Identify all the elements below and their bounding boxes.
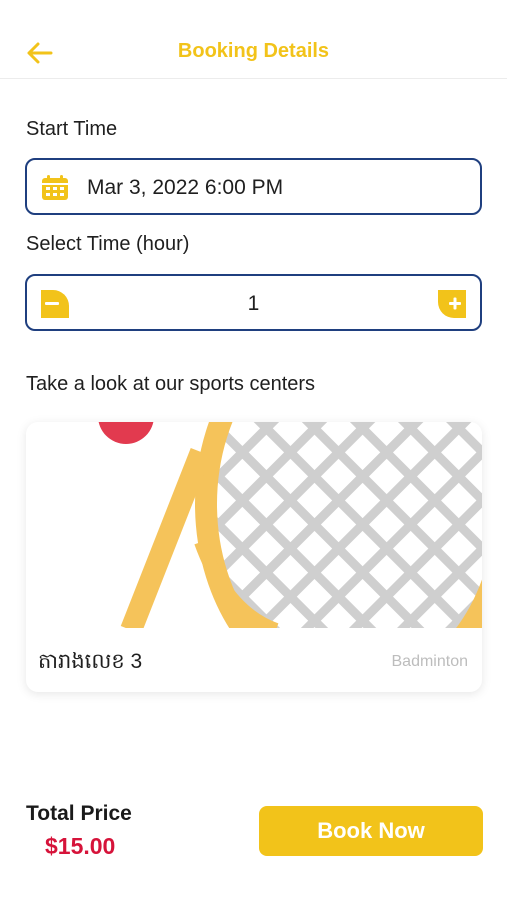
total-price-label: Total Price [26, 802, 132, 825]
duration-label: Select Time (hour) [26, 233, 190, 255]
start-time-field[interactable]: Mar 3, 2022 6:00 PM [25, 158, 482, 215]
calendar-icon [42, 175, 68, 200]
sports-center-name: តារាងលេខ 3 [38, 650, 143, 673]
book-now-button[interactable]: Book Now [259, 806, 483, 856]
app-bar: Booking Details [0, 0, 507, 79]
sports-centers-heading: Take a look at our sports centers [26, 373, 316, 395]
total-price-value: $15.00 [45, 833, 116, 859]
start-time-label: Start Time [26, 118, 118, 140]
duration-value: 1 [247, 292, 260, 315]
sports-center-type: Badminton [391, 653, 469, 670]
tennis-racket-illustration [26, 422, 482, 630]
page-title: Booking Details [177, 40, 330, 62]
plus-icon[interactable] [438, 290, 468, 318]
start-time-value: Mar 3, 2022 6:00 PM [87, 176, 284, 199]
sports-center-card[interactable]: តារាងលេខ 3 Badminton [26, 422, 482, 692]
duration-stepper: 1 [25, 274, 482, 331]
